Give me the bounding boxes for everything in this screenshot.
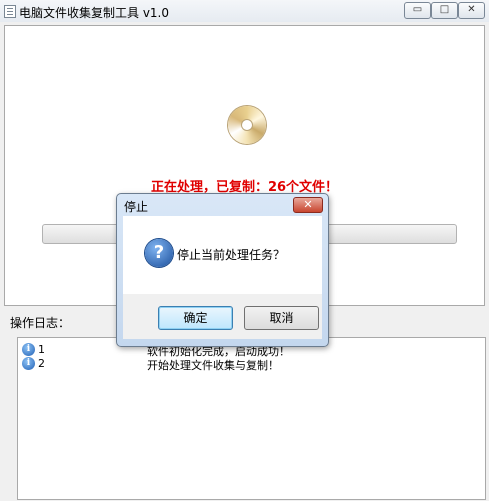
- dialog-footer: 确定 取消: [123, 294, 322, 339]
- dialog-title: 停止: [124, 200, 149, 214]
- app-icon: [4, 5, 16, 18]
- maximize-button[interactable]: □: [431, 2, 458, 19]
- dialog-body: ? 停止当前处理任务？: [123, 216, 322, 294]
- question-icon: ?: [145, 239, 173, 267]
- close-button[interactable]: ✕: [458, 2, 485, 19]
- disc-icon: [228, 106, 266, 144]
- log-entry-message: 开始处理文件收集与复制！: [147, 359, 279, 372]
- log-list[interactable]: i 1 软件初始化完成，启动成功！ i 2 开始处理文件收集与复制！: [17, 337, 486, 500]
- info-icon: i: [22, 343, 35, 356]
- window-title: 电脑文件收集复制工具 v1.0: [19, 6, 170, 20]
- info-icon: i: [22, 357, 35, 370]
- cancel-button[interactable]: 取消: [244, 306, 319, 330]
- dialog-close-button[interactable]: ✕: [293, 197, 323, 213]
- log-entry: i 2 开始处理文件收集与复制！: [22, 357, 462, 372]
- ok-button[interactable]: 确定: [158, 306, 233, 330]
- log-label: 操作日志：: [10, 316, 71, 330]
- minimize-button[interactable]: ▭: [404, 2, 431, 19]
- log-entry-number: 1: [38, 343, 45, 356]
- dialog-message: 停止当前处理任务？: [177, 248, 286, 262]
- log-entry-number: 2: [38, 357, 45, 370]
- stop-dialog: 停止 ✕ ? 停止当前处理任务？ 确定 取消: [116, 193, 329, 347]
- title-bar: 电脑文件收集复制工具 v1.0 ▭ □ ✕: [0, 0, 489, 22]
